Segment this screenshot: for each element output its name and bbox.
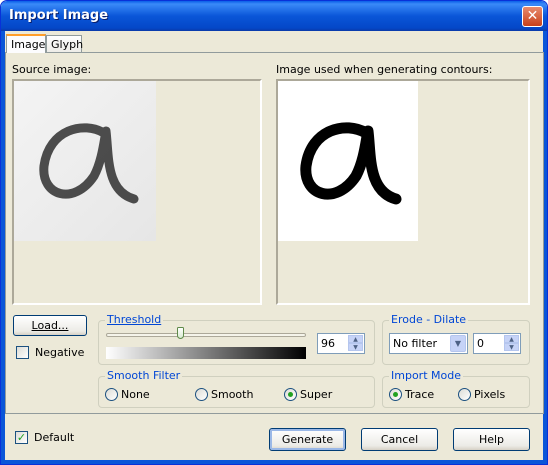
window-title: Import Image bbox=[9, 8, 109, 23]
spin-down-icon[interactable]: ▼ bbox=[348, 343, 363, 351]
radio-none-label: None bbox=[121, 388, 150, 401]
threshold-group: Threshold 96 ▲ ▼ bbox=[98, 313, 375, 365]
contour-image-label: Image used when generating contours: bbox=[276, 63, 493, 76]
radio-super[interactable] bbox=[284, 388, 297, 401]
tab-glyph[interactable]: Glyph bbox=[46, 35, 83, 53]
radio-super-label: Super bbox=[300, 388, 333, 401]
radio-smooth-label: Smooth bbox=[211, 388, 254, 401]
help-button[interactable]: Help bbox=[453, 428, 530, 451]
erode-filter-value: No filter bbox=[393, 337, 438, 350]
erode-spinbox[interactable]: 0 ▲ ▼ bbox=[473, 333, 521, 354]
tab-panel: Source image: Image used when generating… bbox=[5, 52, 544, 414]
source-image-label: Source image: bbox=[12, 63, 92, 76]
threshold-slider-thumb[interactable] bbox=[177, 327, 184, 339]
negative-label: Negative bbox=[35, 346, 85, 359]
contour-glyph-image bbox=[300, 122, 402, 205]
radio-trace[interactable] bbox=[389, 388, 402, 401]
radio-pixels[interactable] bbox=[458, 388, 471, 401]
erode-dilate-group: Erode - Dilate No filter ▼ 0 ▲ ▼ bbox=[382, 313, 530, 365]
frame-bottom bbox=[1, 460, 547, 464]
threshold-title: Threshold bbox=[105, 313, 164, 326]
threshold-gradient bbox=[106, 347, 306, 359]
contour-image bbox=[278, 81, 418, 241]
default-checkbox[interactable]: ✓ bbox=[15, 431, 28, 444]
radio-smooth[interactable] bbox=[195, 388, 208, 401]
source-image-frame bbox=[12, 79, 262, 305]
tab-image[interactable]: Image bbox=[6, 34, 46, 53]
erode-spin-value: 0 bbox=[477, 337, 484, 350]
threshold-spinbox[interactable]: 96 ▲ ▼ bbox=[317, 333, 365, 354]
source-glyph-image bbox=[39, 123, 139, 204]
contour-image-frame bbox=[276, 79, 530, 305]
spin-up-icon[interactable]: ▲ bbox=[504, 335, 519, 343]
erode-filter-select[interactable]: No filter ▼ bbox=[389, 333, 468, 354]
import-image-dialog: Import Image ✕ Image Glyph Source image:… bbox=[0, 0, 548, 465]
erode-dilate-title: Erode - Dilate bbox=[389, 313, 469, 326]
load-button-label: Load... bbox=[31, 319, 69, 332]
default-label: Default bbox=[34, 431, 75, 444]
smooth-filter-group: Smooth Filter None Smooth Super bbox=[98, 369, 375, 408]
generate-button-label: Generate bbox=[281, 433, 334, 446]
import-mode-group: Import Mode Trace Pixels bbox=[382, 369, 530, 408]
threshold-spin-buttons: ▲ ▼ bbox=[348, 335, 363, 351]
load-button[interactable]: Load... bbox=[13, 315, 87, 336]
spin-up-icon[interactable]: ▲ bbox=[348, 335, 363, 343]
source-image bbox=[14, 81, 156, 241]
threshold-value: 96 bbox=[321, 337, 335, 350]
negative-checkbox[interactable] bbox=[16, 346, 29, 359]
generate-button[interactable]: Generate bbox=[269, 428, 346, 451]
smooth-filter-title: Smooth Filter bbox=[105, 369, 183, 382]
close-icon[interactable]: ✕ bbox=[522, 6, 543, 27]
spin-down-icon[interactable]: ▼ bbox=[504, 343, 519, 351]
cancel-button-label: Cancel bbox=[380, 433, 419, 446]
title-bar[interactable]: Import Image ✕ bbox=[1, 1, 547, 31]
radio-none[interactable] bbox=[105, 388, 118, 401]
chevron-down-icon[interactable]: ▼ bbox=[450, 335, 466, 352]
threshold-slider-track[interactable] bbox=[106, 333, 306, 337]
cancel-button[interactable]: Cancel bbox=[361, 428, 438, 451]
erode-spin-buttons: ▲ ▼ bbox=[504, 335, 519, 351]
help-button-label: Help bbox=[478, 433, 505, 446]
radio-pixels-label: Pixels bbox=[474, 388, 506, 401]
radio-trace-label: Trace bbox=[405, 388, 435, 401]
import-mode-title: Import Mode bbox=[389, 369, 463, 382]
